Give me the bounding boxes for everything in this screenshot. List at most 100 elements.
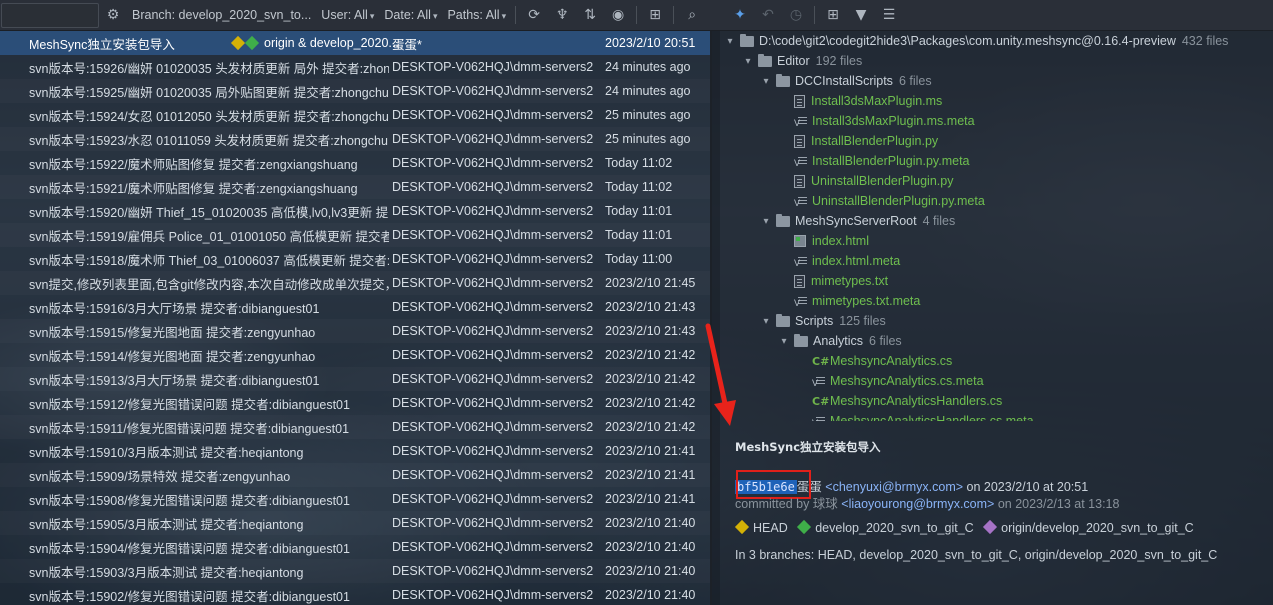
tree-file[interactable]: index.html.meta bbox=[720, 251, 1273, 271]
author-email-link[interactable]: <chenyuxi@brmyx.com> bbox=[825, 480, 963, 494]
search-icon[interactable]: ⌕ bbox=[681, 4, 703, 26]
commit-row[interactable]: svn版本号:15903/3月版本测试 提交者:heqiantong DESKTO… bbox=[0, 559, 712, 583]
chevron-down-icon[interactable]: ▾ bbox=[724, 36, 736, 47]
commit-row[interactable]: svn版本号:15921/魔术师贴图修复 提交者:zengxiangshuang… bbox=[0, 175, 712, 199]
commit-row[interactable]: svn版本号:15908/修复光图错误问题 提交者:dibianguest01 D… bbox=[0, 487, 712, 511]
commit-author: DESKTOP-V062HQJ\dmm-servers2 bbox=[392, 84, 594, 98]
eye-icon[interactable]: ◉ bbox=[607, 4, 629, 26]
search-input[interactable] bbox=[1, 2, 99, 28]
commit-row[interactable]: svn版本号:15912/修复光图错误问题 提交者:dibianguest01 D… bbox=[0, 391, 712, 415]
sort-icon[interactable]: ⇅ bbox=[579, 4, 601, 26]
date-filter[interactable]: Date: All ▾ bbox=[384, 8, 437, 22]
tree-file[interactable]: C# MeshsyncAnalytics.cs bbox=[720, 351, 1273, 371]
commit-row[interactable]: svn版本号:15922/魔术师贴图修复 提交者:zengxiangshuang… bbox=[0, 151, 712, 175]
commit-message: svn版本号:15926/幽妍 01020035 头发材质更新 局外 提交者:z… bbox=[29, 61, 389, 76]
user-filter-label: User: All bbox=[321, 8, 368, 22]
commit-message: svn提交,修改列表里面,包含git修改内容,本次自动修改成单次提交，从 bbox=[29, 277, 389, 292]
cherry-pick-icon[interactable]: ♆ bbox=[551, 4, 573, 26]
tree-folder[interactable]: ▾ Editor 192 files bbox=[720, 51, 1273, 71]
commit-date: 25 minutes ago bbox=[605, 108, 691, 122]
tree-file[interactable]: InstallBlenderPlugin.py bbox=[720, 131, 1273, 151]
tree-folder[interactable]: ▾ DCCInstallScripts 6 files bbox=[720, 71, 1273, 91]
tree-file[interactable]: mimetypes.txt bbox=[720, 271, 1273, 291]
author-date: on 2023/2/10 at 20:51 bbox=[966, 480, 1089, 494]
user-filter[interactable]: User: All ▾ bbox=[321, 8, 374, 22]
tree-file[interactable]: mimetypes.txt.meta bbox=[720, 291, 1273, 311]
commit-row[interactable]: svn版本号:15923/水忍 01011059 头发材质更新 提交者:zhon… bbox=[0, 127, 712, 151]
tree-file[interactable]: Install3dsMaxPlugin.ms.meta bbox=[720, 111, 1273, 131]
tree-file[interactable]: MeshsyncAnalytics.cs.meta bbox=[720, 371, 1273, 391]
toolbar-divider bbox=[673, 6, 675, 24]
expand-all-icon[interactable]: ☰ bbox=[878, 4, 900, 26]
commit-list-scrollbar[interactable] bbox=[712, 31, 720, 605]
chevron-down-icon[interactable]: ▾ bbox=[760, 316, 772, 327]
refs-line: HEAD develop_2020_svn_to_git_C origin/de… bbox=[734, 519, 1194, 535]
chevron-down-icon: ▾ bbox=[501, 11, 507, 21]
commit-message: svn版本号:15909/场景特效 提交者:zengyunhao bbox=[29, 469, 291, 484]
commit-date: 25 minutes ago bbox=[605, 132, 691, 146]
text-file-icon bbox=[794, 174, 805, 188]
refresh-icon[interactable]: ⟳ bbox=[523, 4, 545, 26]
commit-row[interactable]: svn版本号:15914/修复光图地面 提交者:zengyunhao DESKTO… bbox=[0, 343, 712, 367]
filter-icon[interactable]: ▼ bbox=[850, 4, 872, 26]
meta-file-icon bbox=[794, 115, 807, 128]
revert-icon[interactable]: ↶ bbox=[757, 4, 779, 26]
committer-email-link[interactable]: <liaoyourong@brmyx.com> bbox=[841, 497, 994, 511]
diff-icon[interactable]: ✦ bbox=[729, 4, 751, 26]
commit-author: DESKTOP-V062HQJ\dmm-servers2 bbox=[392, 156, 594, 170]
tree-file[interactable]: Install3dsMaxPlugin.ms bbox=[720, 91, 1273, 111]
history-icon[interactable]: ◷ bbox=[785, 4, 807, 26]
tree-file[interactable]: index.html bbox=[720, 231, 1273, 251]
commit-row[interactable]: svn版本号:15910/3月版本测试 提交者:heqiantong DESKTO… bbox=[0, 439, 712, 463]
branch-filter[interactable]: Branch: develop_2020_svn_to... bbox=[132, 8, 311, 22]
tree-folder[interactable]: ▾ Analytics 6 files bbox=[720, 331, 1273, 351]
commit-row[interactable]: svn版本号:15925/幽妍 01020035 局外贴图更新 提交者:zhon… bbox=[0, 79, 712, 103]
tree-folder[interactable]: ▾ D:\code\git2\codegit2hide3\Packages\com… bbox=[720, 31, 1273, 51]
commit-row[interactable]: svn版本号:15920/幽妍 Thief_15_01020035 高低模,lv… bbox=[0, 199, 712, 223]
commit-date: 2023/2/10 21:40 bbox=[605, 588, 696, 602]
meta-file-icon bbox=[794, 295, 807, 308]
commit-row[interactable]: svn版本号:15926/幽妍 01020035 头发材质更新 局外 提交者:z… bbox=[0, 55, 712, 79]
branch-filter-label: Branch: develop_2020_svn_to... bbox=[132, 8, 312, 22]
folder-icon bbox=[740, 33, 754, 47]
commit-row[interactable]: svn版本号:15902/修复光图错误问题 提交者:dibianguest01 D… bbox=[0, 583, 712, 605]
tree-item-name: MeshsyncAnalyticsHandlers.cs.meta bbox=[830, 414, 1034, 421]
branch-tag-icon bbox=[797, 519, 812, 535]
commit-row[interactable]: svn提交,修改列表里面,包含git修改内容,本次自动修改成单次提交，从 DESK… bbox=[0, 271, 712, 295]
tree-file[interactable]: MeshsyncAnalyticsHandlers.cs.meta bbox=[720, 411, 1273, 421]
commit-row[interactable]: svn版本号:15919/雇佣兵 Police_01_01001050 高低模更… bbox=[0, 223, 712, 247]
commit-message: svn版本号:15912/修复光图错误问题 提交者:dibianguest01 bbox=[29, 397, 350, 412]
commit-row[interactable]: svn版本号:15909/场景特效 提交者:zengyunhao DESKTOP-… bbox=[0, 463, 712, 487]
commit-row[interactable]: svn版本号:15911/修复光图错误问题 提交者:dibianguest01 D… bbox=[0, 415, 712, 439]
chevron-down-icon[interactable]: ▾ bbox=[760, 216, 772, 227]
commit-date: 2023/2/10 21:41 bbox=[605, 468, 696, 482]
chevron-down-icon[interactable]: ▾ bbox=[742, 56, 754, 67]
tree-file[interactable]: UninstallBlenderPlugin.py bbox=[720, 171, 1273, 191]
commit-message: svn版本号:15923/水忍 01011059 头发材质更新 提交者:zhon… bbox=[29, 133, 388, 148]
commit-row[interactable]: svn版本号:15924/女忍 01012050 头发材质更新 提交者:zhon… bbox=[0, 103, 712, 127]
gear-icon[interactable]: ⚙ bbox=[102, 4, 124, 26]
commit-message: svn版本号:15913/3月大厅场景 提交者:dibianguest01 bbox=[29, 373, 320, 388]
commit-row[interactable]: MeshSync独立安装包导入 origin & develop_2020... 蛋… bbox=[0, 31, 712, 55]
tree-file[interactable]: UninstallBlenderPlugin.py.meta bbox=[720, 191, 1273, 211]
commit-row[interactable]: svn版本号:15905/3月版本测试 提交者:heqiantong DESKTO… bbox=[0, 511, 712, 535]
commit-row[interactable]: svn版本号:15915/修复光图地面 提交者:zengyunhao DESKTO… bbox=[0, 319, 712, 343]
commit-row[interactable]: svn版本号:15916/3月大厅场景 提交者:dibianguest01 DES… bbox=[0, 295, 712, 319]
commit-row[interactable]: svn版本号:15913/3月大厅场景 提交者:dibianguest01 DES… bbox=[0, 367, 712, 391]
commit-row[interactable]: svn版本号:15918/魔术师 Thief_03_01006037 高低模更新… bbox=[0, 247, 712, 271]
toolbar-divider bbox=[636, 6, 638, 24]
tree-folder[interactable]: ▾ Scripts 125 files bbox=[720, 311, 1273, 331]
chevron-down-icon[interactable]: ▾ bbox=[778, 336, 790, 347]
tree-folder[interactable]: ▾ MeshSyncServerRoot 4 files bbox=[720, 211, 1273, 231]
file-count: 125 files bbox=[839, 314, 886, 328]
file-count: 4 files bbox=[922, 214, 956, 228]
tree-file[interactable]: C# MeshsyncAnalyticsHandlers.cs bbox=[720, 391, 1273, 411]
commit-row[interactable]: svn版本号:15904/修复光图错误问题 提交者:dibianguest01 D… bbox=[0, 535, 712, 559]
tree-file[interactable]: InstallBlenderPlugin.py.meta bbox=[720, 151, 1273, 171]
paths-filter[interactable]: Paths: All ▾ bbox=[447, 8, 506, 22]
meta-file-icon bbox=[794, 195, 807, 208]
chevron-down-icon[interactable]: ▾ bbox=[760, 76, 772, 87]
group-by-icon[interactable]: ⊞ bbox=[822, 4, 844, 26]
tree-item-name: MeshSyncServerRoot bbox=[795, 214, 917, 228]
new-tab-icon[interactable]: ⊞ bbox=[644, 4, 666, 26]
